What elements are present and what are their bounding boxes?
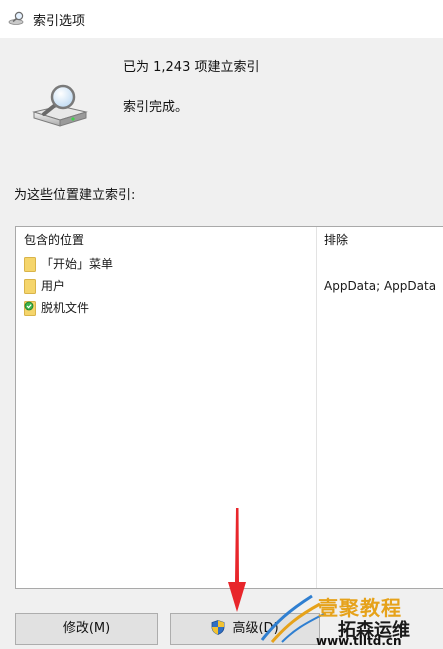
list-item-offline-files[interactable]: 脱机文件 (16, 297, 443, 319)
folder-icon (24, 257, 36, 272)
indexing-options-window: 索引选项 已为 1,243 项建立索引 索引完成。 为这些位置建立索引: 包含的… (0, 0, 443, 649)
column-header-included[interactable]: 包含的位置 (24, 227, 84, 253)
location-name: 用户 (41, 279, 66, 293)
modify-button[interactable]: 修改(M) (15, 613, 158, 645)
location-name: 「开始」菜单 (41, 257, 114, 271)
column-header-excluded[interactable]: 排除 (324, 227, 348, 253)
offline-files-icon (24, 301, 36, 316)
list-item-users[interactable]: 用户 AppData; AppData (16, 275, 443, 297)
list-item-start-menu[interactable]: 「开始」菜单 (16, 253, 443, 275)
window-title: 索引选项 (33, 14, 86, 29)
location-name: 脱机文件 (41, 301, 90, 315)
index-status-text: 索引完成。 (123, 100, 189, 115)
status-area: 已为 1,243 项建立索引 索引完成。 (0, 38, 443, 168)
watermark-url: www.tlltd.cn (316, 634, 402, 648)
indexing-options-icon (8, 11, 24, 25)
watermark: 壹聚教程 拓森运维 www.tlltd.cn (258, 578, 443, 649)
folder-icon (24, 279, 36, 294)
indexed-count-text: 已为 1,243 项建立索引 (123, 60, 260, 75)
location-exclusion: AppData; AppData (324, 279, 437, 293)
red-arrow-annotation (228, 508, 246, 612)
uac-shield-icon (211, 619, 225, 635)
indexing-drive-magnifier-icon (32, 84, 88, 127)
modify-button-label: 修改(M) (62, 621, 111, 636)
locations-section-label: 为这些位置建立索引: (14, 188, 136, 203)
title-bar: 索引选项 (0, 0, 443, 38)
